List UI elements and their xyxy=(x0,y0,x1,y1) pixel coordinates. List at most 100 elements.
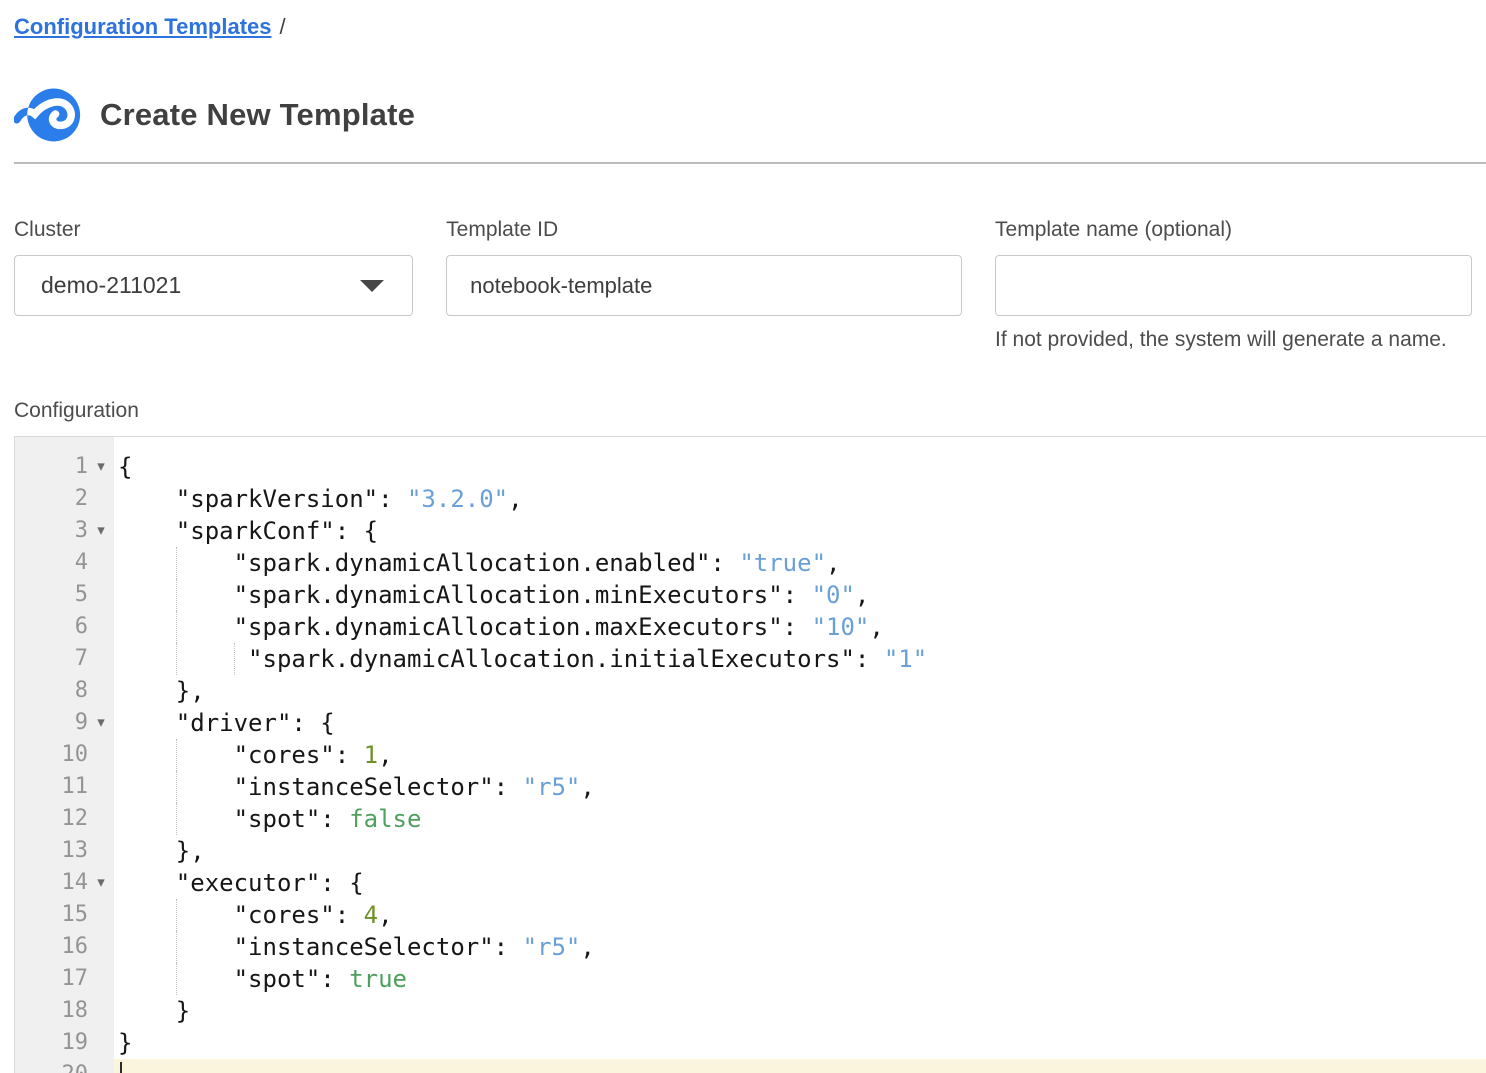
code-line[interactable]: 4 "spark.dynamicAllocation.enabled": "tr… xyxy=(15,547,1486,579)
code-line[interactable]: 1▾{ xyxy=(15,451,1486,483)
gutter-cell: 8 xyxy=(15,675,114,707)
fold-arrow-icon[interactable]: ▾ xyxy=(88,515,114,547)
fold-arrow-icon[interactable]: ▾ xyxy=(88,707,114,739)
gutter-cell: 3▾ xyxy=(15,515,114,547)
gutter-cell: 15 xyxy=(15,899,114,931)
line-number: 13 xyxy=(15,835,88,867)
gutter-cell: 2 xyxy=(15,483,114,515)
template-name-input[interactable] xyxy=(995,255,1472,316)
code-line[interactable]: 14▾ "executor": { xyxy=(15,867,1486,899)
code-token: "3.2.0" xyxy=(407,485,508,513)
line-number: 15 xyxy=(15,899,88,931)
gutter-cell: 18 xyxy=(15,995,114,1027)
indent-guide xyxy=(176,611,177,643)
gutter-cell: 4 xyxy=(15,547,114,579)
code-line-content[interactable]: "sparkVersion": "3.2.0", xyxy=(114,483,1486,515)
line-number: 9 xyxy=(15,707,88,739)
code-line-content[interactable]: "spark.dynamicAllocation.initialExecutor… xyxy=(114,643,1486,675)
code-token: "r5" xyxy=(523,773,581,801)
indent-guide xyxy=(176,643,177,675)
code-line-content[interactable] xyxy=(114,1059,1486,1073)
code-line[interactable]: 16 "instanceSelector": "r5", xyxy=(15,931,1486,963)
gutter-cell: 16 xyxy=(15,931,114,963)
code-line-content[interactable]: "instanceSelector": "r5", xyxy=(114,931,1486,963)
code-token: "r5" xyxy=(523,933,581,961)
configuration-label: Configuration xyxy=(14,398,1472,424)
indent-guide xyxy=(176,579,177,611)
code-line-content[interactable]: "spark.dynamicAllocation.enabled": "true… xyxy=(114,547,1486,579)
code-token: "true" xyxy=(739,549,826,577)
indent-guide xyxy=(176,803,177,835)
line-number: 19 xyxy=(15,1027,88,1059)
code-line[interactable]: 13 }, xyxy=(15,835,1486,867)
code-token: 1 xyxy=(364,741,378,769)
code-line[interactable]: 7 "spark.dynamicAllocation.initialExecut… xyxy=(15,643,1486,675)
indent-guide xyxy=(176,899,177,931)
page-header: Create New Template xyxy=(14,84,1472,146)
code-line-content[interactable]: "spot": true xyxy=(114,963,1486,995)
code-line-content[interactable]: "spark.dynamicAllocation.minExecutors": … xyxy=(114,579,1486,611)
code-token: "1" xyxy=(884,645,927,673)
cluster-select-value: demo-211021 xyxy=(41,272,181,299)
editor-content[interactable]: 1▾{2 "sparkVersion": "3.2.0",3▾ "sparkCo… xyxy=(15,437,1486,1073)
text-cursor xyxy=(120,1062,122,1073)
code-line-content[interactable]: "instanceSelector": "r5", xyxy=(114,771,1486,803)
code-line-content[interactable]: "executor": { xyxy=(114,867,1486,899)
template-form: Cluster demo-211021 Template ID Template… xyxy=(14,218,1472,352)
code-line[interactable]: 5 "spark.dynamicAllocation.minExecutors"… xyxy=(15,579,1486,611)
code-line[interactable]: 9▾ "driver": { xyxy=(15,707,1486,739)
cluster-field: Cluster demo-211021 xyxy=(14,218,413,352)
code-line-content[interactable]: { xyxy=(114,451,1486,483)
fold-arrow-icon[interactable]: ▾ xyxy=(88,867,114,899)
gutter-cell: 19 xyxy=(15,1027,114,1059)
code-line[interactable]: 3▾ "sparkConf": { xyxy=(15,515,1486,547)
code-line[interactable]: 12 "spot": false xyxy=(15,803,1486,835)
code-token: 4 xyxy=(364,901,378,929)
gutter-cell: 17 xyxy=(15,963,114,995)
template-id-input[interactable] xyxy=(446,255,962,316)
template-id-label: Template ID xyxy=(446,218,962,242)
code-line-content[interactable]: "driver": { xyxy=(114,707,1486,739)
code-line[interactable]: 19} xyxy=(15,1027,1486,1059)
gutter-cell: 10 xyxy=(15,739,114,771)
fold-arrow-icon[interactable]: ▾ xyxy=(88,451,114,483)
indent-guide xyxy=(176,931,177,963)
gutter-cell: 11 xyxy=(15,771,114,803)
configuration-code-editor[interactable]: 1▾{2 "sparkVersion": "3.2.0",3▾ "sparkCo… xyxy=(14,436,1486,1073)
gutter-cell: 14▾ xyxy=(15,867,114,899)
code-line-content[interactable]: }, xyxy=(114,675,1486,707)
code-line-content[interactable]: } xyxy=(114,995,1486,1027)
ocean-wave-logo-icon xyxy=(14,84,82,146)
code-line[interactable]: 8 }, xyxy=(15,675,1486,707)
code-line-content[interactable]: } xyxy=(114,1027,1486,1059)
cluster-select[interactable]: demo-211021 xyxy=(14,255,413,316)
line-number: 20 xyxy=(15,1059,88,1073)
code-line[interactable]: 2 "sparkVersion": "3.2.0", xyxy=(15,483,1486,515)
breadcrumb-link-configuration-templates[interactable]: Configuration Templates xyxy=(14,14,272,39)
gutter-cell: 5 xyxy=(15,579,114,611)
code-line[interactable]: 18 } xyxy=(15,995,1486,1027)
indent-guide xyxy=(176,547,177,579)
code-line[interactable]: 10 "cores": 1, xyxy=(15,739,1486,771)
gutter-cell: 1▾ xyxy=(15,451,114,483)
cluster-label: Cluster xyxy=(14,218,413,242)
line-number: 6 xyxy=(15,611,88,643)
code-token: true xyxy=(349,965,407,993)
code-line-content[interactable]: "spark.dynamicAllocation.maxExecutors": … xyxy=(114,611,1486,643)
code-line-content[interactable]: "cores": 1, xyxy=(114,739,1486,771)
code-line-content[interactable]: "spot": false xyxy=(114,803,1486,835)
code-line[interactable]: 17 "spot": true xyxy=(15,963,1486,995)
code-line-content[interactable]: "cores": 4, xyxy=(114,899,1486,931)
line-number: 7 xyxy=(15,643,88,675)
code-line-content[interactable]: "sparkConf": { xyxy=(114,515,1486,547)
line-number: 5 xyxy=(15,579,88,611)
code-line[interactable]: 15 "cores": 4, xyxy=(15,899,1486,931)
code-line[interactable]: 11 "instanceSelector": "r5", xyxy=(15,771,1486,803)
code-line[interactable]: 6 "spark.dynamicAllocation.maxExecutors"… xyxy=(15,611,1486,643)
template-name-field: Template name (optional) If not provided… xyxy=(995,218,1472,352)
line-number: 3 xyxy=(15,515,88,547)
code-line[interactable]: 20 xyxy=(15,1059,1486,1073)
gutter-cell: 13 xyxy=(15,835,114,867)
line-number: 10 xyxy=(15,739,88,771)
code-line-content[interactable]: }, xyxy=(114,835,1486,867)
